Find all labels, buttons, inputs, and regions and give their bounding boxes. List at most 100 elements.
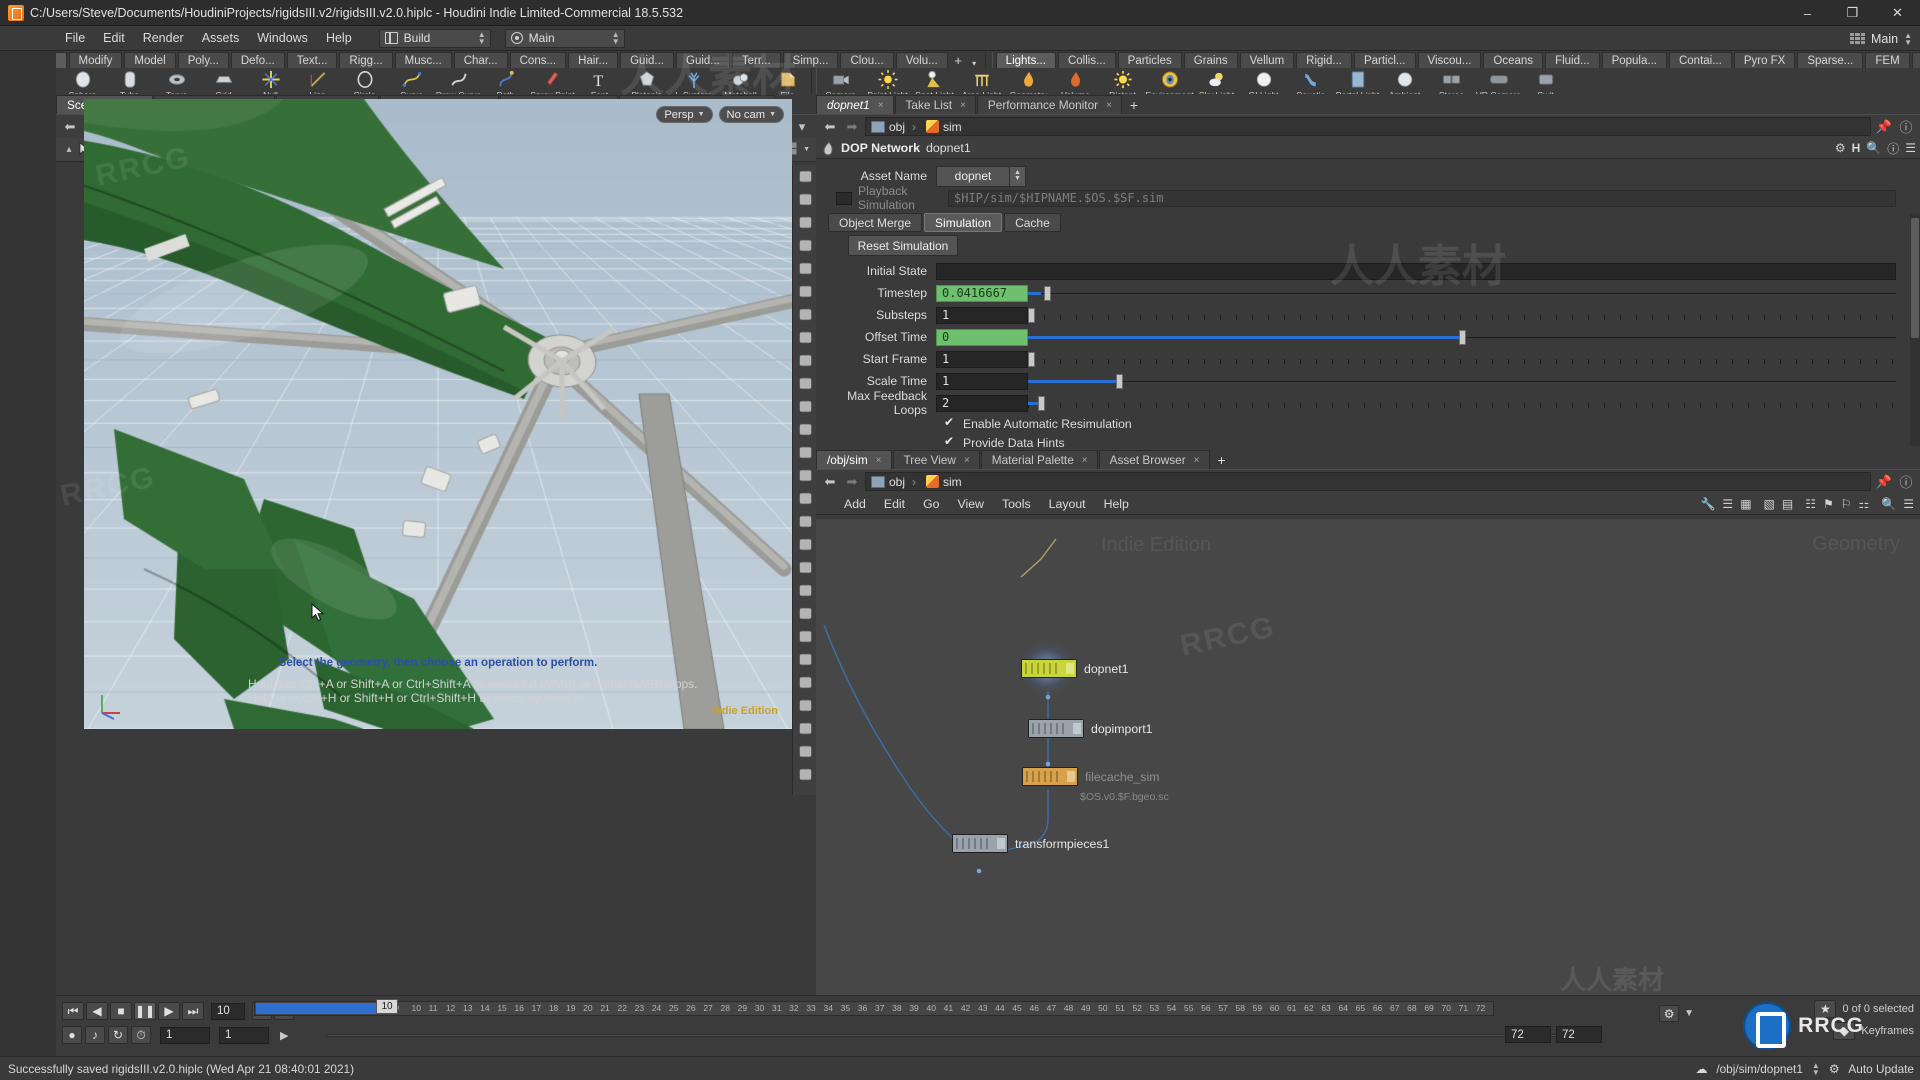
back-arrow-icon[interactable]: ⬅: [61, 118, 79, 136]
shelf-tab-fluid[interactable]: Fluid...: [1545, 52, 1600, 68]
shelf-tab-musc[interactable]: Musc...: [395, 52, 452, 68]
shelf-tab-defo[interactable]: Defo...: [231, 52, 285, 68]
loop-icon[interactable]: ↻: [108, 1026, 128, 1044]
net-info-icon[interactable]: ⓘ: [1897, 473, 1915, 491]
menu-file[interactable]: File: [56, 28, 94, 48]
shelf-tab-particl[interactable]: Particl...: [1354, 52, 1416, 68]
net-menu-edit[interactable]: Edit: [876, 495, 913, 513]
display-options-icon[interactable]: [793, 165, 817, 188]
grid-display-icon[interactable]: [793, 441, 817, 464]
param-slider[interactable]: [1028, 329, 1896, 346]
timeline-dropdown-icon[interactable]: ▼: [1684, 1008, 1694, 1019]
param-slider[interactable]: [1028, 285, 1896, 302]
network-node-dopnet1[interactable]: dopnet1: [1021, 659, 1128, 678]
desktop-selector[interactable]: Main ▲▼: [505, 29, 625, 48]
parameter-path-field[interactable]: obj sim: [865, 117, 1871, 136]
network-tab-material-palette[interactable]: Material Palette×: [981, 450, 1098, 469]
menu-assets[interactable]: Assets: [193, 28, 249, 48]
normals-display-icon[interactable]: [793, 418, 817, 441]
shelf-tab-guid[interactable]: Guid...: [676, 52, 730, 68]
param-inner-tab-simulation[interactable]: Simulation: [924, 213, 1002, 232]
checkbox[interactable]: [945, 418, 956, 429]
shelf-tab-caret-icon[interactable]: ▾: [967, 59, 982, 68]
net-menu-layout[interactable]: Layout: [1041, 495, 1094, 513]
checkbox[interactable]: [945, 437, 956, 448]
shelf-tab-simp[interactable]: Simp...: [783, 52, 839, 68]
net-panel-icon[interactable]: ▦: [1740, 497, 1751, 511]
shelf-tab-modify[interactable]: Modify: [69, 52, 123, 68]
shelf-tab-collis[interactable]: Collis...: [1058, 52, 1116, 68]
axis-display-icon[interactable]: [793, 648, 817, 671]
shelf-tab-char[interactable]: Char...: [454, 52, 508, 68]
network-editor-canvas[interactable]: Indie Edition Geometry dopnet1dopimport1…: [816, 519, 1920, 1031]
shelf-tab-clou[interactable]: Clou...: [840, 52, 893, 68]
param-menu-icon[interactable]: ☰: [1905, 141, 1916, 155]
net-flag1-icon[interactable]: ⚑: [1823, 497, 1834, 511]
net-snap-icon[interactable]: ☷: [1805, 497, 1816, 511]
net-zoom-icon[interactable]: 🔍: [1881, 497, 1896, 511]
close-button[interactable]: ✕: [1875, 0, 1920, 26]
slider-handle[interactable]: [1038, 396, 1045, 411]
net-breadcrumb-obj[interactable]: obj: [869, 475, 921, 489]
flat-shaded-icon[interactable]: [793, 326, 817, 349]
network-tab-tree-view[interactable]: Tree View×: [893, 450, 980, 469]
slider-handle[interactable]: [1459, 330, 1466, 345]
shelf-tab-lights[interactable]: Lights...: [996, 52, 1056, 68]
param-slider[interactable]: [1028, 395, 1896, 412]
param-field[interactable]: 0.0416667: [936, 285, 1028, 302]
playback-sim-field[interactable]: $HIP/sim/$HIPNAME.$OS.$SF.sim: [948, 190, 1896, 207]
net-grid-icon[interactable]: ▧: [1764, 497, 1775, 511]
param-slider[interactable]: [1028, 307, 1896, 324]
desktop-spinner-icon[interactable]: ▲▼: [612, 31, 620, 45]
param-pin-icon[interactable]: 📌: [1875, 118, 1893, 136]
uv-display-icon[interactable]: [793, 372, 817, 395]
build-spinner-icon[interactable]: ▲▼: [478, 31, 486, 45]
tab-close-icon[interactable]: ×: [1194, 455, 1200, 466]
tab-close-icon[interactable]: ×: [876, 455, 882, 466]
param-tab-take-list[interactable]: Take List×: [895, 95, 976, 114]
network-node-filecache_sim[interactable]: filecache_sim: [1022, 767, 1160, 786]
xray-display-icon[interactable]: [793, 211, 817, 234]
menu-help[interactable]: Help: [317, 28, 361, 48]
reset-simulation-button[interactable]: Reset Simulation: [848, 235, 958, 256]
status-cloud-icon[interactable]: ☁: [1696, 1062, 1708, 1076]
point-display-icon[interactable]: [793, 395, 817, 418]
slider-handle[interactable]: [1116, 374, 1123, 389]
shelf-tab-oceans[interactable]: Oceans: [1483, 52, 1543, 68]
status-auto-update-icon[interactable]: ⚙: [1829, 1062, 1840, 1076]
jump-start-button[interactable]: ⏮: [62, 1002, 84, 1020]
tab-close-icon[interactable]: ×: [1082, 455, 1088, 466]
param-slider[interactable]: [1028, 373, 1896, 390]
lock-camera-icon[interactable]: [793, 234, 817, 257]
net-menu-hamburger-icon[interactable]: ☰: [1903, 497, 1914, 511]
parameter-scrollbar[interactable]: [1910, 214, 1920, 446]
network-tab-asset-browser[interactable]: Asset Browser×: [1099, 450, 1210, 469]
stop-button[interactable]: ■: [110, 1002, 132, 1020]
slider-handle[interactable]: [1028, 352, 1035, 367]
param-inner-tab-object-merge[interactable]: Object Merge: [828, 213, 922, 232]
net-menu-add[interactable]: Add: [836, 495, 874, 513]
shelf-tab-cons[interactable]: Cons...: [510, 52, 566, 68]
tab-close-icon[interactable]: ×: [960, 100, 966, 111]
node-body[interactable]: [952, 834, 1008, 853]
shelf-tab-fem[interactable]: FEM: [1865, 52, 1909, 68]
shelf-tab-popula[interactable]: Popula...: [1602, 52, 1667, 68]
node-body[interactable]: [1021, 659, 1077, 678]
net-breadcrumb-sim[interactable]: sim: [924, 475, 974, 489]
net-flag3-icon[interactable]: ⚏: [1859, 497, 1870, 511]
persp-pill[interactable]: Persp▼: [656, 106, 712, 123]
handle-display-icon[interactable]: [793, 533, 817, 556]
net-menu-view[interactable]: View: [950, 495, 992, 513]
shaded-icon[interactable]: [793, 303, 817, 326]
shelf-tab-poly[interactable]: Poly...: [178, 52, 229, 68]
light-display-icon[interactable]: [793, 487, 817, 510]
play-pause-button[interactable]: ❚❚: [134, 1002, 156, 1020]
slider-handle[interactable]: [1044, 286, 1051, 301]
network-node-dopimport1[interactable]: dopimport1: [1028, 719, 1153, 738]
camera-display-icon[interactable]: [793, 510, 817, 533]
slider-handle[interactable]: [1028, 308, 1035, 323]
net-forward-arrow-icon[interactable]: ➡: [843, 473, 861, 491]
tab-close-icon[interactable]: ×: [964, 455, 970, 466]
shelf-tab-grains[interactable]: Grains: [1184, 52, 1238, 68]
end-field[interactable]: 72: [1556, 1026, 1602, 1043]
